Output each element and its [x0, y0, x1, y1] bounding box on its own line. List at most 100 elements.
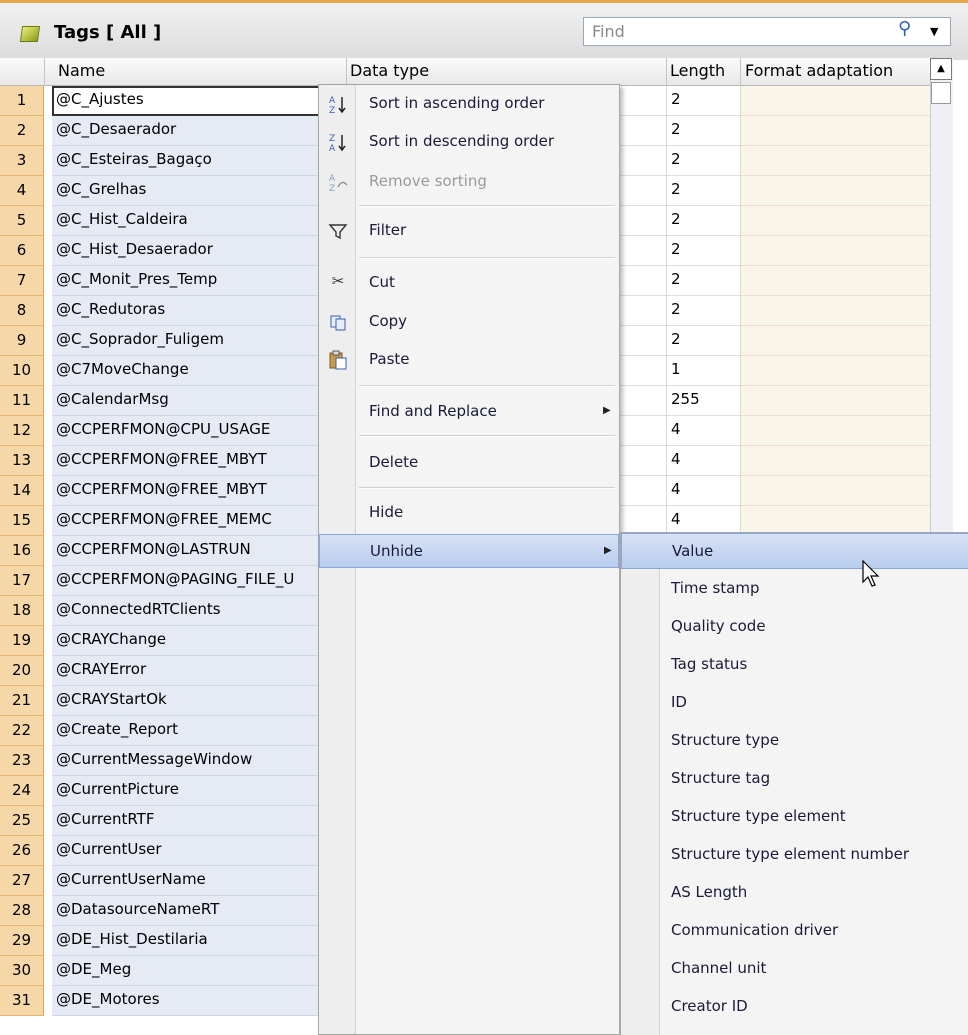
submenu-item[interactable]: Time stamp — [621, 571, 968, 607]
cell-name[interactable]: @CCPERFMON@CPU_USAGE — [52, 416, 344, 446]
row-number[interactable]: 6 — [0, 236, 44, 266]
row-number[interactable]: 10 — [0, 356, 44, 386]
submenu-item[interactable]: Communication driver — [621, 913, 968, 949]
cell-format-adaptation[interactable] — [740, 146, 930, 176]
row-number[interactable]: 18 — [0, 596, 44, 626]
row-number[interactable]: 20 — [0, 656, 44, 686]
scroll-up-button[interactable]: ▲ — [930, 58, 952, 80]
row-number[interactable]: 31 — [0, 986, 44, 1016]
cell-name[interactable]: @C_Hist_Caldeira — [52, 206, 344, 236]
cell-length[interactable]: 2 — [666, 86, 740, 116]
submenu-item[interactable]: Value — [621, 533, 968, 569]
cell-length[interactable]: 2 — [666, 176, 740, 206]
cell-format-adaptation[interactable] — [740, 416, 930, 446]
submenu-item[interactable]: Structure type element — [621, 799, 968, 835]
cell-format-adaptation[interactable] — [740, 206, 930, 236]
submenu-item[interactable]: Structure type — [621, 723, 968, 759]
cell-name[interactable]: @CCPERFMON@LASTRUN — [52, 536, 344, 566]
cell-name[interactable]: @CurrentPicture — [52, 776, 344, 806]
menu-item-paste[interactable]: Paste — [319, 343, 619, 377]
row-number[interactable]: 30 — [0, 956, 44, 986]
cell-format-adaptation[interactable] — [740, 476, 930, 506]
cell-name[interactable]: @CCPERFMON@FREE_MBYT — [52, 446, 344, 476]
cell-name[interactable]: @C_Soprador_Fuligem — [52, 326, 344, 356]
submenu-item[interactable]: ID — [621, 685, 968, 721]
column-header-data-type[interactable]: Data type — [350, 61, 429, 80]
row-number[interactable]: 4 — [0, 176, 44, 206]
cell-name[interactable]: @DE_Hist_Destilaria — [52, 926, 344, 956]
cell-name[interactable]: @C_Hist_Desaerador — [52, 236, 344, 266]
row-number[interactable]: 16 — [0, 536, 44, 566]
cell-format-adaptation[interactable] — [740, 356, 930, 386]
cell-name[interactable]: @C_Desaerador — [52, 116, 344, 146]
cell-name[interactable]: @ConnectedRTClients — [52, 596, 344, 626]
cell-length[interactable]: 2 — [666, 146, 740, 176]
cell-length[interactable]: 4 — [666, 416, 740, 446]
menu-item-find-replace[interactable]: Find and Replace ▶ — [319, 395, 619, 429]
cell-format-adaptation[interactable] — [740, 266, 930, 296]
cell-name[interactable]: @DE_Meg — [52, 956, 344, 986]
cell-name[interactable]: @DE_Motores — [52, 986, 344, 1016]
cell-name[interactable]: @CCPERFMON@FREE_MBYT — [52, 476, 344, 506]
column-header-name[interactable]: Name — [58, 61, 105, 80]
cell-name[interactable]: @CRAYStartOk — [52, 686, 344, 716]
submenu-item[interactable]: Quality code — [621, 609, 968, 645]
submenu-item[interactable]: Channel unit — [621, 951, 968, 987]
search-icon[interactable]: ⚲ — [898, 18, 924, 44]
cell-format-adaptation[interactable] — [740, 86, 930, 116]
submenu-item[interactable]: Structure type element number — [621, 837, 968, 873]
cell-name[interactable]: @CurrentUser — [52, 836, 344, 866]
menu-item-hide[interactable]: Hide — [319, 496, 619, 530]
row-number[interactable]: 24 — [0, 776, 44, 806]
cell-name[interactable]: @CRAYChange — [52, 626, 344, 656]
row-number[interactable]: 26 — [0, 836, 44, 866]
row-number[interactable]: 22 — [0, 716, 44, 746]
cell-length[interactable]: 2 — [666, 206, 740, 236]
cell-length[interactable]: 1 — [666, 356, 740, 386]
cell-name[interactable]: @DatasourceNameRT — [52, 896, 344, 926]
menu-item-unhide[interactable]: Unhide ▶ — [319, 534, 619, 568]
search-input[interactable]: Find — [583, 17, 951, 46]
cell-length[interactable]: 2 — [666, 236, 740, 266]
column-header-length[interactable]: Length — [670, 61, 725, 80]
row-number[interactable]: 5 — [0, 206, 44, 236]
row-number[interactable]: 25 — [0, 806, 44, 836]
cell-length[interactable]: 255 — [666, 386, 740, 416]
cell-name[interactable]: @CCPERFMON@FREE_MEMC — [52, 506, 344, 536]
cell-name[interactable]: @CurrentRTF — [52, 806, 344, 836]
cell-name[interactable]: @C_Esteiras_Bagaço — [52, 146, 344, 176]
cell-name[interactable]: @C_Ajustes — [52, 86, 344, 116]
submenu-item[interactable]: Structure tag — [621, 761, 968, 797]
submenu-item[interactable]: AS Length — [621, 875, 968, 911]
column-header-format-adaptation[interactable]: Format adaptation — [745, 61, 893, 80]
cell-name[interactable]: @CCPERFMON@PAGING_FILE_U — [52, 566, 344, 596]
cell-name[interactable]: @C_Monit_Pres_Temp — [52, 266, 344, 296]
cell-name[interactable]: @CalendarMsg — [52, 386, 344, 416]
cell-length[interactable]: 2 — [666, 326, 740, 356]
cell-name[interactable]: @CRAYError — [52, 656, 344, 686]
menu-item-copy[interactable]: Copy — [319, 305, 619, 339]
cell-name[interactable]: @C_Redutoras — [52, 296, 344, 326]
cell-format-adaptation[interactable] — [740, 296, 930, 326]
row-number[interactable]: 27 — [0, 866, 44, 896]
menu-item-remove-sorting[interactable]: AZ Remove sorting — [319, 165, 619, 199]
row-number[interactable]: 1 — [0, 86, 44, 116]
menu-item-sort-descending[interactable]: ZA Sort in descending order — [319, 125, 619, 159]
cell-name[interactable]: @C7MoveChange — [52, 356, 344, 386]
row-number[interactable]: 13 — [0, 446, 44, 476]
row-number[interactable]: 28 — [0, 896, 44, 926]
row-number[interactable]: 7 — [0, 266, 44, 296]
cell-length[interactable]: 4 — [666, 446, 740, 476]
cell-format-adaptation[interactable] — [740, 446, 930, 476]
cell-format-adaptation[interactable] — [740, 236, 930, 266]
cell-length[interactable]: 2 — [666, 296, 740, 326]
submenu-item[interactable]: Tag status — [621, 647, 968, 683]
cell-format-adaptation[interactable] — [740, 116, 930, 146]
row-number[interactable]: 17 — [0, 566, 44, 596]
cell-length[interactable]: 4 — [666, 476, 740, 506]
menu-item-cut[interactable]: ✂ Cut — [319, 266, 619, 300]
row-number[interactable]: 14 — [0, 476, 44, 506]
menu-item-filter[interactable]: Filter — [319, 214, 619, 248]
row-number[interactable]: 19 — [0, 626, 44, 656]
cell-name[interactable]: @Create_Report — [52, 716, 344, 746]
